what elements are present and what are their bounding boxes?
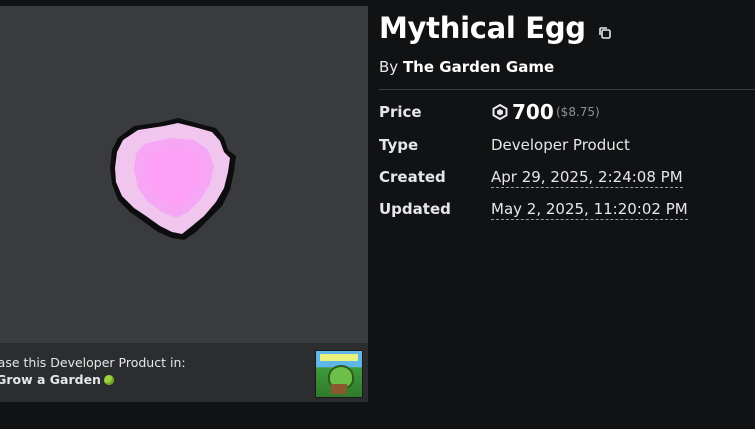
type-value: Developer Product	[491, 136, 630, 154]
price-usd: ($8.75)	[556, 105, 600, 119]
game-thumbnail-icon[interactable]	[315, 350, 363, 398]
updated-value: May 2, 2025, 11:20:02 PM	[491, 200, 688, 220]
game-thumbnail-pot	[331, 384, 347, 394]
created-value: Apr 29, 2025, 2:24:08 PM	[491, 168, 683, 188]
price-label: Price	[379, 103, 422, 121]
updated-date: May 2, 2025, 11:20:02 PM	[491, 200, 688, 220]
purchase-prompt: rchase this Developer Product in:	[0, 355, 186, 370]
divider	[379, 89, 755, 90]
created-label: Created	[379, 168, 446, 186]
game-name[interactable]: Grow a Garden	[0, 372, 101, 387]
copy-icon[interactable]	[597, 25, 613, 41]
price-robux: 700	[512, 100, 554, 124]
creator-link[interactable]: The Garden Game	[403, 58, 554, 76]
updated-label: Updated	[379, 200, 451, 218]
game-link[interactable]: ] Grow a Garden	[0, 371, 186, 388]
robux-icon	[492, 104, 508, 120]
mythical-egg-image	[110, 118, 236, 240]
creator-byline: By The Garden Game	[379, 58, 554, 76]
purchase-location-text: rchase this Developer Product in: ] Grow…	[0, 354, 186, 388]
product-thumbnail-panel: rchase this Developer Product in: ] Grow…	[0, 6, 368, 402]
product-title: Mythical Egg	[379, 11, 586, 45]
type-label: Type	[379, 136, 419, 154]
created-date: Apr 29, 2025, 2:24:08 PM	[491, 168, 683, 188]
by-prefix: By	[379, 58, 399, 76]
apple-icon	[103, 375, 114, 385]
purchase-location-strip: rchase this Developer Product in: ] Grow…	[0, 343, 368, 402]
game-thumbnail-banner	[320, 354, 358, 361]
